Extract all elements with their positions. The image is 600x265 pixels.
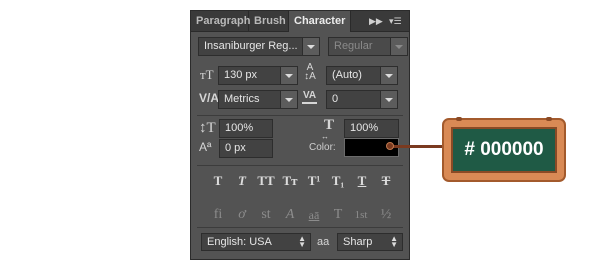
leading-icon: A ↕A: [304, 62, 316, 82]
stylistic-alternates-button[interactable]: aā: [304, 206, 324, 224]
tab-character[interactable]: Character: [289, 11, 351, 32]
chevron-down-icon[interactable]: [302, 38, 319, 55]
small-caps-button[interactable]: Tт: [280, 172, 300, 190]
faux-italic-button[interactable]: T: [232, 172, 252, 190]
language-value: English: USA: [207, 236, 272, 248]
divider: [197, 115, 403, 116]
baseline-shift-icon: Aª: [199, 140, 212, 154]
baseline-shift-field[interactable]: 0 px: [219, 139, 273, 158]
chevron-down-icon[interactable]: [380, 67, 397, 84]
leading-field[interactable]: (Auto): [326, 66, 398, 85]
vertical-scale-value: 100%: [225, 122, 254, 134]
language-select[interactable]: English: USA ▲ ▼: [201, 233, 311, 251]
antialias-value: Sharp: [343, 236, 373, 248]
chevron-down-icon[interactable]: [280, 91, 297, 108]
chevron-down-icon[interactable]: [280, 67, 297, 84]
divider: [197, 227, 403, 228]
horizontal-scale-icon: T: [324, 117, 335, 133]
font-family-value: Insaniburger Reg...: [204, 40, 298, 52]
vertical-scale-icon: ↕T: [199, 120, 216, 136]
all-caps-button[interactable]: TT: [256, 172, 276, 190]
antialias-select[interactable]: Sharp ▲ ▼: [337, 233, 403, 251]
font-size-value: 130 px: [224, 69, 258, 81]
tracking-value: 0: [332, 93, 339, 105]
panel-tab-bar: Paragraph Brush Character ▶▶ ▾☰: [191, 11, 409, 32]
callout-dot: [386, 142, 394, 150]
discretionary-ligatures-button[interactable]: st: [256, 206, 276, 224]
tab-paragraph[interactable]: Paragraph: [191, 11, 250, 31]
subscript-button[interactable]: T₁: [328, 172, 348, 190]
character-panel: Paragraph Brush Character ▶▶ ▾☰ Insanibu…: [190, 10, 410, 260]
leading-value: (Auto): [332, 69, 362, 81]
tab-brush[interactable]: Brush: [249, 11, 289, 31]
updown-icon: ▲ ▼: [298, 234, 306, 249]
font-size-icon: ᴛT: [200, 67, 214, 82]
updown-icon: ▲ ▼: [390, 234, 398, 249]
titling-alternates-button[interactable]: T: [328, 206, 348, 224]
vertical-scale-field[interactable]: 100%: [219, 119, 273, 138]
fractions-button[interactable]: ½: [376, 206, 396, 224]
chevron-down-icon[interactable]: [390, 38, 407, 55]
horizontal-scale-field[interactable]: 100%: [344, 119, 399, 138]
chevron-down-icon[interactable]: [380, 91, 397, 108]
color-callout-text: # 000000: [451, 127, 557, 173]
board-hook: [546, 117, 552, 121]
collapse-icon[interactable]: ▶▶: [369, 13, 383, 29]
divider: [197, 165, 403, 166]
kerning-icon: V/A: [199, 91, 220, 105]
font-size-field[interactable]: 130 px: [218, 66, 298, 85]
baseline-shift-value: 0 px: [225, 142, 246, 154]
board-hook: [456, 117, 462, 121]
color-callout-board: # 000000: [442, 117, 566, 182]
ordinals-button[interactable]: 1st: [351, 206, 371, 224]
kerning-field[interactable]: Metrics: [218, 90, 298, 109]
kerning-value: Metrics: [224, 93, 260, 105]
strikethrough-button[interactable]: T: [376, 172, 396, 190]
swash-button[interactable]: A: [280, 206, 300, 224]
font-style-value: Regular: [334, 40, 373, 52]
horizontal-scale-arrow-icon: ↔: [321, 132, 329, 141]
underline-button[interactable]: T: [352, 172, 372, 190]
faux-bold-button[interactable]: T: [208, 172, 228, 190]
antialias-icon: aa: [317, 236, 330, 248]
contextual-alternates-button[interactable]: ơ: [232, 206, 252, 224]
horizontal-scale-value: 100%: [350, 122, 379, 134]
tracking-field[interactable]: 0: [326, 90, 398, 109]
font-family-field[interactable]: Insaniburger Reg...: [198, 37, 320, 56]
superscript-button[interactable]: T¹: [304, 172, 324, 190]
tracking-icon: VA: [302, 90, 318, 104]
panel-menu-icon[interactable]: ▾☰: [389, 13, 402, 29]
color-label: Color:: [309, 142, 336, 153]
font-style-field[interactable]: Regular: [328, 37, 408, 56]
standard-ligatures-button[interactable]: fi: [208, 206, 228, 224]
callout-connector: [390, 145, 448, 148]
